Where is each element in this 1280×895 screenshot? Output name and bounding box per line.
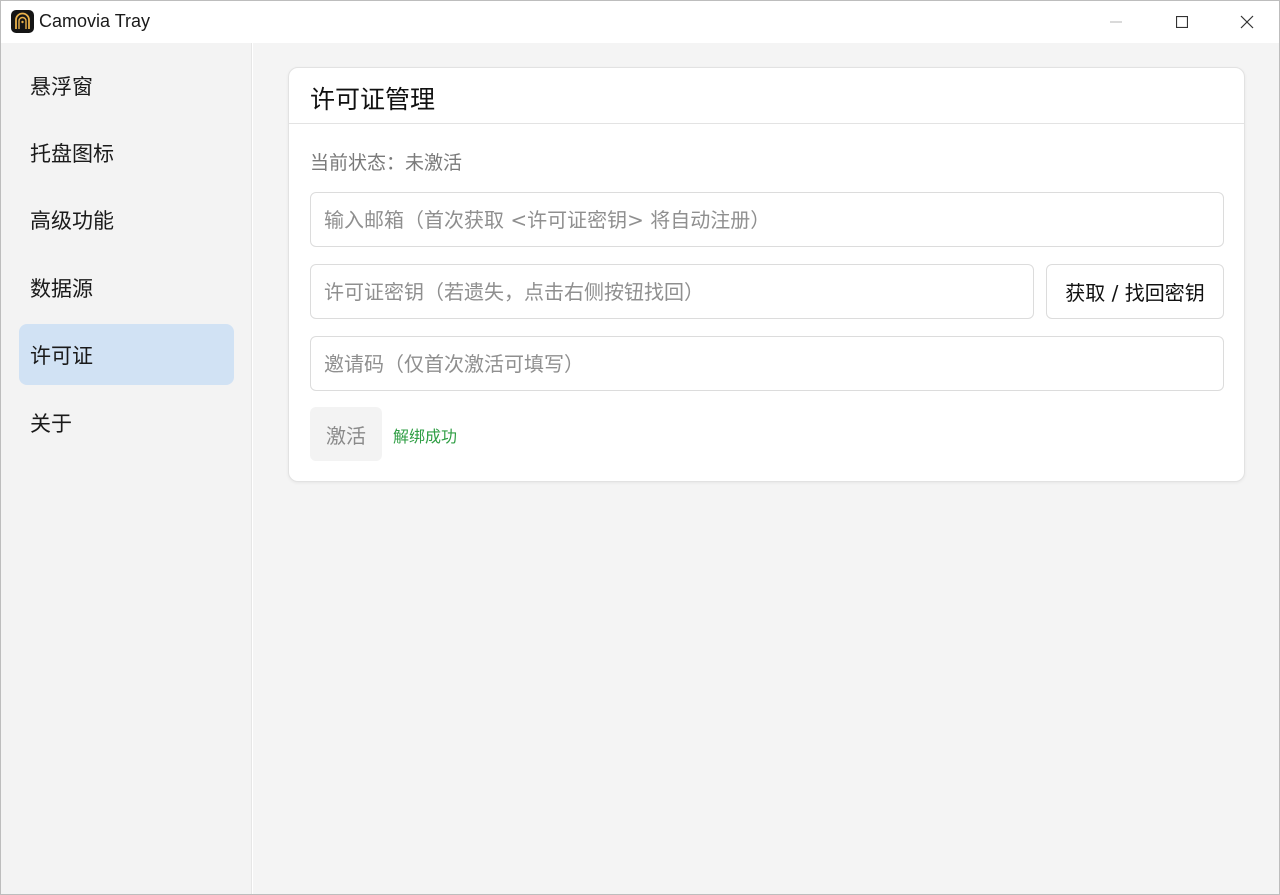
- app-window: Camovia Tray 悬浮窗 托盘图标 高级功能 数据源 许可证 关于 许可…: [0, 0, 1280, 895]
- title-bar[interactable]: Camovia Tray: [1, 1, 1279, 43]
- sidebar-item-label: 许可证: [30, 343, 93, 368]
- minimize-icon: [1110, 21, 1122, 23]
- sidebar-item-license[interactable]: 许可证: [19, 324, 234, 385]
- status-message: 解绑成功: [393, 427, 458, 446]
- sidebar-item-about[interactable]: 关于: [19, 392, 234, 453]
- sidebar-item-label: 数据源: [30, 276, 93, 301]
- email-field[interactable]: [310, 192, 1224, 247]
- license-card: 许可证管理 当前状态：未激活 获取 / 找回密钥 激活 解绑成功: [288, 67, 1245, 482]
- window-title: Camovia Tray: [39, 11, 151, 31]
- license-status: 当前状态：未激活: [310, 152, 463, 174]
- maximize-button[interactable]: [1149, 1, 1215, 43]
- sidebar-item-advanced[interactable]: 高级功能: [19, 189, 234, 250]
- card-title: 许可证管理: [310, 85, 436, 114]
- sidebar-item-data-source[interactable]: 数据源: [19, 257, 234, 318]
- sidebar: 悬浮窗 托盘图标 高级功能 数据源 许可证 关于: [1, 43, 252, 894]
- fetch-key-button[interactable]: 获取 / 找回密钥: [1046, 264, 1224, 319]
- sidebar-item-label: 托盘图标: [30, 141, 114, 166]
- sidebar-item-label: 关于: [30, 411, 72, 436]
- activate-button[interactable]: 激活: [310, 407, 382, 461]
- sidebar-item-tray-icon[interactable]: 托盘图标: [19, 122, 234, 183]
- sidebar-item-label: 悬浮窗: [30, 74, 93, 99]
- maximize-icon: [1176, 16, 1188, 28]
- license-key-field[interactable]: [310, 264, 1034, 319]
- minimize-button[interactable]: [1083, 1, 1149, 43]
- sidebar-item-floating-window[interactable]: 悬浮窗: [19, 55, 234, 116]
- invite-code-field[interactable]: [310, 336, 1224, 391]
- close-icon: [1240, 15, 1254, 29]
- close-button[interactable]: [1214, 1, 1279, 43]
- main-content: 许可证管理 当前状态：未激活 获取 / 找回密钥 激活 解绑成功: [253, 43, 1279, 894]
- sidebar-item-label: 高级功能: [30, 208, 114, 233]
- camovia-app-icon: [11, 10, 34, 33]
- card-divider: [289, 123, 1244, 124]
